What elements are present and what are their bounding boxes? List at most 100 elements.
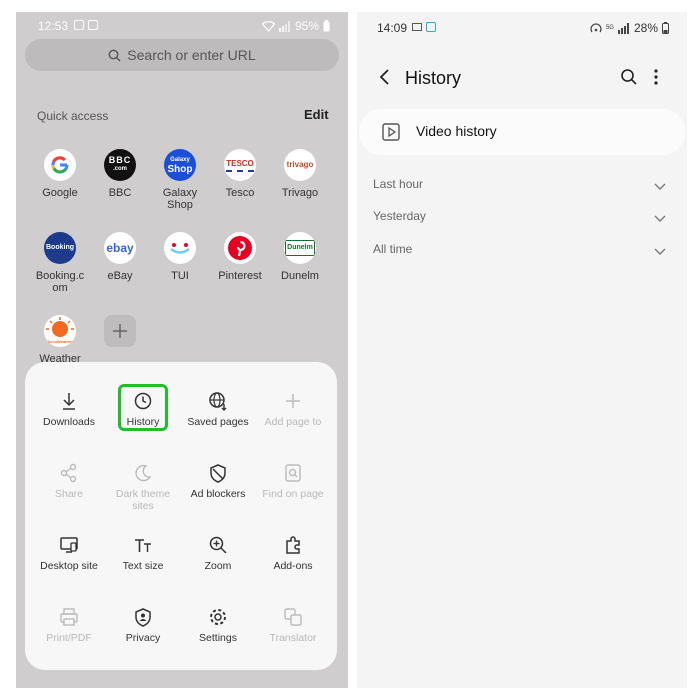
- quick-access-tile-google[interactable]: Google: [30, 149, 90, 199]
- menu-item-label: Translator: [269, 632, 317, 644]
- video-play-icon: [382, 123, 400, 141]
- menu-item-dark-theme-sites[interactable]: Dark theme sites: [104, 462, 182, 512]
- menu-item-saved-pages[interactable]: Saved pages: [179, 390, 257, 428]
- share-icon: [60, 463, 77, 483]
- status-time: 14:09: [377, 21, 408, 35]
- url-search-bar[interactable]: Search or enter URL: [25, 39, 339, 71]
- puzzle-icon: [286, 536, 300, 554]
- quick-access-tile-pinterest[interactable]: Pinterest: [210, 232, 270, 282]
- section-label: Yesterday: [373, 209, 426, 223]
- menu-item-label: Saved pages: [187, 416, 249, 428]
- video-history-button[interactable]: Video history: [359, 109, 685, 155]
- bbc-logo: BBC .com: [104, 149, 136, 181]
- menu-item-downloads[interactable]: Downloads: [30, 390, 108, 428]
- search-icon[interactable]: [620, 68, 638, 86]
- ebay-logo-text: ebay: [106, 241, 134, 255]
- find-page-icon: [285, 464, 301, 482]
- download-icon: [63, 393, 75, 410]
- battery-icon: [323, 20, 330, 32]
- menu-item-text-size[interactable]: Text size: [104, 534, 182, 572]
- galaxy-shop-logo: Galaxy Shop: [164, 149, 196, 181]
- quick-access-tile-tesco[interactable]: TESCO Tesco: [210, 149, 270, 199]
- dunelm-logo-text: Dunelm: [285, 240, 315, 256]
- signal-icon: [278, 20, 290, 32]
- bbc-logo-text: BBC: [108, 155, 132, 165]
- menu-item-label: Privacy: [125, 632, 161, 644]
- chevron-down-icon: [654, 183, 666, 190]
- printer-icon: [60, 608, 78, 626]
- ebay-logo: ebay: [104, 232, 136, 264]
- menu-item-zoom[interactable]: Zoom: [179, 534, 257, 572]
- menu-item-label: Text size: [122, 560, 164, 572]
- back-arrow-icon[interactable]: [375, 67, 395, 87]
- menu-item-label: Ad blockers: [190, 488, 246, 500]
- menu-item-label: Dark theme sites: [115, 488, 171, 512]
- menu-item-label: Add-ons: [273, 560, 313, 572]
- menu-item-share[interactable]: Share: [30, 462, 108, 500]
- quick-access-tile-weather[interactable]: AccuWeather Weather: [30, 315, 90, 365]
- menu-item-label: Find on page: [262, 488, 324, 500]
- quick-access-tile-tui[interactable]: TUI: [150, 232, 210, 282]
- quick-access-tile-trivago[interactable]: trivago Trivago: [270, 149, 330, 199]
- menu-item-settings[interactable]: Settings: [179, 606, 257, 644]
- tile-label: TUI: [171, 270, 189, 282]
- bbc-logo-subtext: .com: [112, 166, 127, 172]
- tile-label: BBC: [108, 187, 132, 199]
- menu-item-find-on-page[interactable]: Find on page: [254, 462, 332, 500]
- tesco-logo: TESCO: [224, 149, 256, 181]
- shop-logo-text: Shop: [167, 164, 193, 175]
- gallery-icon: [74, 20, 84, 30]
- video-history-label: Video history: [416, 123, 497, 139]
- plus-icon: [104, 315, 136, 347]
- history-section-yesterday[interactable]: Yesterday: [373, 209, 667, 227]
- tile-label: Dunelm: [281, 270, 319, 282]
- trivago-logo: trivago: [284, 149, 316, 181]
- moon-icon: [135, 464, 152, 482]
- tile-label: Tesco: [225, 187, 255, 199]
- quick-access-tile-ebay[interactable]: ebay eBay: [90, 232, 150, 282]
- menu-item-label: Settings: [199, 632, 237, 644]
- accuweather-logo: AccuWeather: [44, 315, 76, 347]
- google-logo: [44, 149, 76, 181]
- booking-logo: Booking: [44, 232, 76, 264]
- menu-item-translator[interactable]: Translator: [254, 606, 332, 644]
- privacy-shield-icon: [135, 608, 151, 627]
- menu-item-print-pdf[interactable]: Print/PDF: [30, 606, 108, 644]
- mail-icon: [412, 23, 422, 31]
- translate-icon: [284, 608, 302, 626]
- quick-access-tile-booking[interactable]: Booking Booking.com: [30, 232, 90, 294]
- globe-download-icon: [209, 392, 227, 411]
- battery-icon: [662, 22, 669, 34]
- page-title: History: [405, 68, 462, 88]
- history-section-last-hour[interactable]: Last hour: [373, 177, 667, 195]
- menu-item-desktop-site[interactable]: Desktop site: [30, 534, 108, 572]
- quick-access-edit-button[interactable]: Edit: [304, 107, 329, 122]
- tile-label: eBay: [107, 270, 133, 282]
- dunelm-logo: Dunelm: [284, 232, 316, 264]
- chevron-down-icon: [654, 248, 666, 255]
- gear-icon: [210, 609, 226, 625]
- tile-label: Galaxy Shop: [162, 187, 198, 211]
- desktop-icon: [60, 537, 78, 553]
- more-options-icon[interactable]: [653, 68, 659, 86]
- status-bar: 12:53 95%: [16, 12, 348, 40]
- quick-access-tile-bbc[interactable]: BBC .com BBC: [90, 149, 150, 199]
- search-icon: [108, 49, 121, 61]
- quick-access-tile-galaxy-shop[interactable]: Galaxy Shop Galaxy Shop: [150, 149, 210, 211]
- booking-logo-text: Booking: [46, 244, 74, 251]
- quick-access-add-button[interactable]: [90, 315, 150, 353]
- tile-label: Pinterest: [218, 270, 262, 282]
- history-section-all-time[interactable]: All time: [373, 242, 667, 260]
- quick-access-tile-dunelm[interactable]: Dunelm Dunelm: [270, 232, 330, 282]
- menu-item-add-page-to[interactable]: Add page to: [254, 390, 332, 428]
- menu-item-add-ons[interactable]: Add-ons: [254, 534, 332, 572]
- accuweather-logo-text: AccuWeather: [47, 339, 73, 344]
- tile-label: Trivago: [281, 187, 319, 199]
- menu-item-label: Desktop site: [40, 560, 98, 572]
- search-placeholder: Search or enter URL: [127, 47, 256, 63]
- trivago-logo-text: trivago: [286, 160, 314, 169]
- menu-item-privacy[interactable]: Privacy: [104, 606, 182, 644]
- menu-item-ad-blockers[interactable]: Ad blockers: [179, 462, 257, 500]
- tesco-logo-text: TESCO: [226, 158, 254, 172]
- battery-percent: 28%: [633, 21, 658, 35]
